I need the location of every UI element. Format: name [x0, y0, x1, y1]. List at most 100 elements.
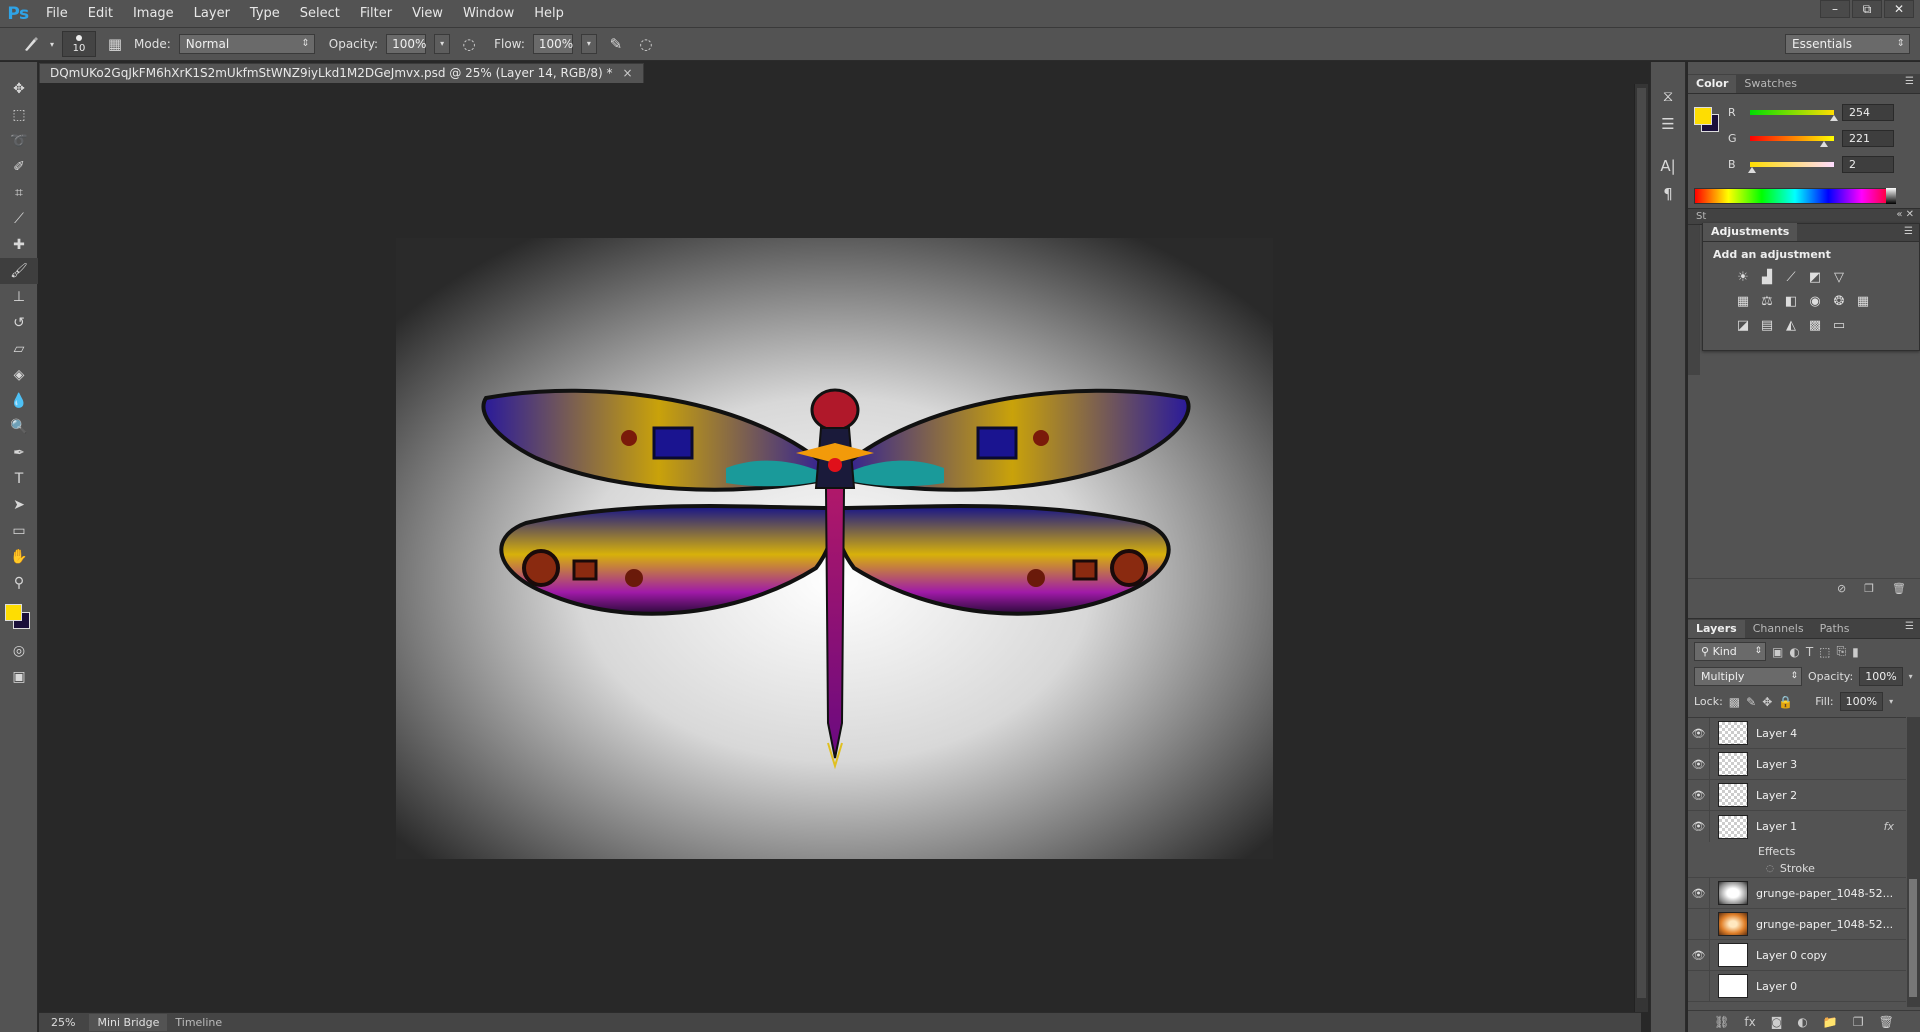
character-panel-icon[interactable]: A| — [1651, 152, 1685, 180]
levels-icon[interactable]: ▟ — [1757, 267, 1777, 287]
black-white-icon[interactable]: ◧ — [1781, 291, 1801, 311]
blue-value[interactable]: 2 — [1842, 155, 1894, 173]
filter-smart-object-icon[interactable]: ⎘ — [1837, 644, 1847, 659]
close-window-button[interactable]: ✕ — [1884, 0, 1914, 18]
new-style-icon[interactable]: ❐ — [1864, 582, 1874, 595]
selective-color-icon[interactable]: ▩ — [1805, 315, 1825, 335]
menu-file[interactable]: File — [36, 0, 78, 28]
menu-select[interactable]: Select — [290, 0, 350, 28]
layer-row[interactable]: 👁 Layer 2 — [1688, 779, 1906, 811]
posterize-icon[interactable]: ▤ — [1757, 315, 1777, 335]
panel-menu-icon[interactable]: ☰ — [1904, 226, 1913, 237]
new-group-icon[interactable]: 📁 — [1823, 1015, 1838, 1029]
dodge-tool-icon[interactable]: 🔍 — [0, 414, 38, 440]
lock-image-icon[interactable]: ✎ — [1746, 695, 1756, 709]
stroke-effect-row[interactable]: ◌ Stroke — [1688, 860, 1906, 878]
lasso-tool-icon[interactable]: ➰ — [0, 128, 38, 154]
tab-mini-bridge[interactable]: Mini Bridge — [89, 1014, 168, 1031]
invert-icon[interactable]: ◪ — [1733, 315, 1753, 335]
menu-image[interactable]: Image — [123, 0, 184, 28]
curves-icon[interactable]: ⟋ — [1781, 267, 1801, 287]
foreground-color-swatch[interactable] — [5, 604, 22, 621]
tab-layers[interactable]: Layers — [1688, 620, 1745, 638]
flow-dropdown-icon[interactable]: ▾ — [580, 34, 597, 54]
brush-size-picker[interactable]: 10 — [62, 31, 97, 57]
eraser-tool-icon[interactable]: ▱ — [0, 336, 38, 362]
canvas-vertical-scrollbar[interactable] — [1634, 84, 1648, 1012]
link-layers-icon[interactable]: ⛓ — [1714, 1015, 1729, 1029]
brush-tool-preset-icon[interactable] — [20, 33, 42, 55]
color-balance-icon[interactable]: ⚖ — [1757, 291, 1777, 311]
menu-filter[interactable]: Filter — [350, 0, 402, 28]
eyedropper-tool-icon[interactable]: ⟋ — [0, 206, 38, 232]
vibrance-icon[interactable]: ▽ — [1829, 267, 1849, 287]
delete-style-icon[interactable]: 🗑 — [1892, 582, 1906, 595]
menu-help[interactable]: Help — [524, 0, 574, 28]
brush-panel-toggle-icon[interactable]: ▦ — [104, 33, 126, 55]
filter-toggle-icon[interactable]: ▮ — [1852, 645, 1859, 659]
color-lookup-icon[interactable]: ▦ — [1853, 291, 1873, 311]
color-spectrum-ramp[interactable] — [1694, 188, 1896, 204]
layers-scrollbar[interactable] — [1907, 717, 1920, 1007]
tab-paths[interactable]: Paths — [1812, 620, 1858, 638]
marquee-tool-icon[interactable]: ⬚ — [0, 102, 38, 128]
add-mask-icon[interactable]: ◙ — [1771, 1015, 1783, 1029]
pressure-opacity-icon[interactable]: ◌ — [458, 33, 480, 55]
lock-position-icon[interactable]: ✥ — [1762, 695, 1772, 709]
paint-bucket-tool-icon[interactable]: ◈ — [0, 362, 38, 388]
menu-view[interactable]: View — [402, 0, 453, 28]
tab-timeline[interactable]: Timeline — [167, 1014, 230, 1031]
eye-visibility-icon[interactable]: 👁 — [1688, 918, 1709, 931]
blur-tool-icon[interactable]: 💧 — [0, 388, 38, 414]
hand-tool-icon[interactable]: ✋ — [0, 544, 38, 570]
tab-color[interactable]: Color — [1688, 75, 1737, 93]
red-slider[interactable] — [1750, 109, 1838, 121]
color-chips[interactable] — [0, 596, 38, 638]
menu-window[interactable]: Window — [453, 0, 524, 28]
photo-filter-icon[interactable]: ◉ — [1805, 291, 1825, 311]
eye-visibility-icon[interactable]: 👁 — [1688, 887, 1709, 900]
filter-adjustment-icon[interactable]: ◐ — [1789, 645, 1799, 659]
opacity-dropdown-icon[interactable]: ▾ — [434, 34, 451, 54]
eye-visibility-icon[interactable]: 👁 — [1688, 789, 1709, 802]
layer-row[interactable]: 👁 Layer 3 — [1688, 748, 1906, 780]
chevron-down-icon[interactable]: ▾ — [50, 40, 54, 49]
brightness-contrast-icon[interactable]: ☀ — [1733, 267, 1753, 287]
path-selection-tool-icon[interactable]: ➤ — [0, 492, 38, 518]
blend-mode-select[interactable]: Multiply — [1694, 667, 1802, 686]
panel-menu-icon[interactable]: ☰ — [1905, 621, 1914, 632]
layer-row[interactable]: 👁 grunge-paper_1048-52... — [1688, 908, 1906, 940]
effects-row[interactable]: Effects — [1688, 842, 1906, 860]
layer-opacity-field[interactable]: 100% — [1859, 667, 1903, 686]
layer-row[interactable]: 👁 grunge-paper_1048-52... — [1688, 877, 1906, 909]
rectangle-tool-icon[interactable]: ▭ — [0, 518, 38, 544]
move-tool-icon[interactable]: ✥ — [0, 76, 38, 102]
mode-select[interactable]: Normal — [178, 34, 315, 54]
threshold-icon[interactable]: ◭ — [1781, 315, 1801, 335]
zoom-level[interactable]: 25% — [39, 1016, 75, 1029]
type-tool-icon[interactable]: T — [0, 466, 38, 492]
pressure-size-icon[interactable]: ◌ — [635, 33, 657, 55]
filter-type-icon[interactable]: T — [1806, 645, 1813, 659]
tab-channels[interactable]: Channels — [1745, 620, 1812, 638]
exposure-icon[interactable]: ◩ — [1805, 267, 1825, 287]
tab-adjustments[interactable]: Adjustments — [1703, 223, 1798, 241]
opacity-dropdown-icon[interactable]: ▾ — [1909, 672, 1913, 681]
eye-visibility-icon[interactable]: ◌ — [1766, 864, 1774, 874]
menu-type[interactable]: Type — [240, 0, 290, 28]
filter-kind-select[interactable]: ⚲ Kind — [1694, 642, 1766, 661]
lock-all-icon[interactable]: 🔒 — [1778, 695, 1793, 709]
eye-visibility-icon[interactable]: 👁 — [1688, 758, 1709, 771]
hue-saturation-icon[interactable]: ▦ — [1733, 291, 1753, 311]
airbrush-icon[interactable]: ✎ — [605, 33, 627, 55]
pen-tool-icon[interactable]: ✒ — [0, 440, 38, 466]
quick-mask-icon[interactable]: ◎ — [0, 638, 38, 664]
menu-layer[interactable]: Layer — [184, 0, 240, 28]
menu-edit[interactable]: Edit — [78, 0, 123, 28]
restore-button[interactable]: ⧉ — [1852, 0, 1882, 18]
eye-visibility-icon[interactable]: 👁 — [1688, 727, 1709, 740]
eye-visibility-icon[interactable]: 👁 — [1688, 949, 1709, 962]
clip-to-layer-icon[interactable]: ⊘ — [1837, 582, 1846, 595]
filter-pixel-icon[interactable]: ▣ — [1772, 645, 1783, 659]
zoom-tool-icon[interactable]: ⚲ — [0, 570, 38, 596]
